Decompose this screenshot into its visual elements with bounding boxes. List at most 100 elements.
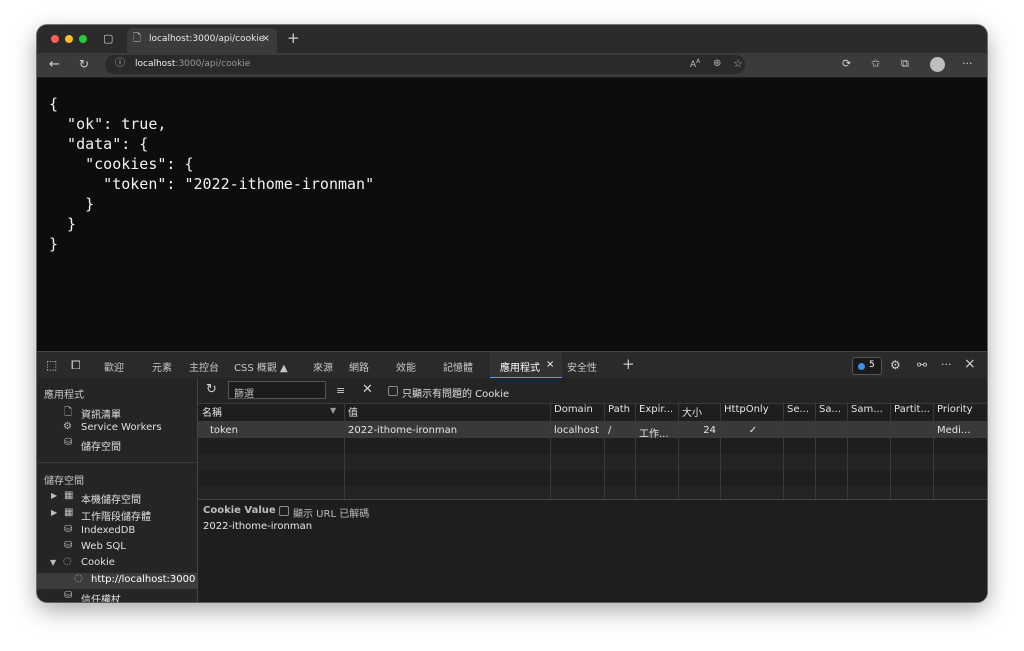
column-divider (344, 404, 345, 499)
tab-close-icon[interactable]: × (546, 359, 554, 370)
column-header-secure[interactable]: Se... (787, 404, 813, 421)
column-header-name[interactable]: 名稱 (202, 404, 322, 421)
device-emulation-icon[interactable]: ⧠ (71, 359, 81, 371)
cell-priority[interactable]: Medi... (937, 425, 983, 436)
gear-icon: ⚙ (63, 421, 72, 432)
extensions-icon[interactable]: ⟳ (842, 58, 851, 69)
only-issues-label: 只顯示有問題的 Cookie (402, 389, 510, 400)
cookie-value-pane: Cookie Value 顯示 URL 已解碼 2022-ithome-iron… (198, 499, 987, 602)
column-header-partition[interactable]: Partit... (894, 404, 934, 421)
sidebar-item-web-sql[interactable]: Web SQL (81, 541, 126, 552)
cell-expires[interactable]: 工作... (639, 425, 677, 440)
tab-console[interactable]: 主控台 (189, 359, 219, 374)
devtools-tabbar: ⬚ ⧠ 歡迎 元素 主控台 CSS 概觀 ▲ 來源 網路 效能 記憶體 應用程式… (37, 351, 987, 379)
sidebar-section-application: 應用程式 (44, 390, 84, 401)
cell-name[interactable]: token (210, 425, 330, 436)
browser-tab[interactable]: 🗋 localhost:3000/api/cookie × (127, 28, 277, 53)
minimize-window-button[interactable] (65, 35, 73, 43)
column-header-priority[interactable]: Priority (937, 404, 983, 421)
cell-domain[interactable]: localhost (554, 425, 602, 436)
back-arrow-icon[interactable]: ← (49, 58, 60, 71)
collections-icon[interactable]: ⧉ (901, 58, 909, 69)
url-text: localhost:3000/api/cookie (135, 59, 251, 69)
message-icon (858, 363, 865, 370)
column-header-size[interactable]: 大小 (682, 404, 720, 421)
tab-css-overview[interactable]: CSS 概觀 ▲ (234, 359, 288, 374)
zoom-icon[interactable]: ⊕ (713, 59, 721, 69)
settings-more-icon[interactable]: ··· (962, 58, 973, 69)
tab-welcome[interactable]: 歡迎 (104, 359, 124, 374)
issues-badge[interactable]: 5 (852, 357, 882, 375)
decode-url-checkbox[interactable] (279, 506, 289, 516)
expand-arrow-icon[interactable]: ▶ (51, 508, 57, 517)
sidebar-item-indexeddb[interactable]: IndexedDB (81, 525, 135, 536)
sidebar-item-session-storage[interactable]: 工作階段儲存體 (81, 508, 151, 523)
column-divider (678, 404, 679, 499)
customize-icon[interactable]: ⚯ (917, 359, 927, 371)
address-bar[interactable]: ⓘ localhost:3000/api/cookie AA ⊕ ☆ (105, 55, 745, 74)
sidebar-item-trust-tokens[interactable]: 信任權杖 (81, 591, 121, 602)
database-icon: ⛁ (64, 437, 73, 448)
cookie-toolbar: ↻ 篩選 ≡ ✕ 只顯示有問題的 Cookie (198, 378, 987, 404)
only-issues-checkbox[interactable] (388, 386, 398, 396)
sort-down-icon[interactable]: ▼ (330, 407, 336, 415)
table-icon: ▦ (64, 507, 74, 518)
cell-size[interactable]: 24 (682, 425, 716, 436)
empty-row (198, 486, 987, 499)
add-tool-button[interactable]: + (622, 355, 635, 373)
column-header-sameparty[interactable]: Sam... (851, 404, 889, 421)
decode-url-label: 顯示 URL 已解碼 (293, 509, 370, 520)
sidebar-item-storage[interactable]: 儲存空間 (81, 438, 121, 453)
sidebar-item-cookie-origin[interactable]: http://localhost:3000 (91, 574, 195, 585)
tab-elements[interactable]: 元素 (152, 359, 172, 374)
close-window-button[interactable] (51, 35, 59, 43)
cell-value[interactable]: 2022-ithome-ironman (348, 425, 548, 436)
gear-icon[interactable]: ⚙ (890, 359, 901, 371)
issues-count: 5 (869, 360, 875, 370)
column-header-domain[interactable]: Domain (554, 404, 602, 421)
column-header-value[interactable]: 值 (348, 404, 548, 421)
profile-avatar[interactable] (930, 57, 945, 72)
expand-arrow-icon[interactable]: ▶ (51, 491, 57, 500)
cell-path[interactable]: / (608, 425, 634, 436)
column-header-samesite[interactable]: Sa... (819, 404, 845, 421)
more-tools-icon[interactable]: ··· (941, 359, 952, 370)
cell-httponly[interactable]: ✓ (724, 425, 782, 436)
reload-icon[interactable]: ↻ (79, 58, 89, 70)
database-icon: ⛁ (64, 540, 73, 551)
add-favorite-icon[interactable]: ☆ (733, 58, 743, 69)
column-header-httponly[interactable]: HttpOnly (724, 404, 782, 421)
cookie-value-title: Cookie Value (203, 505, 276, 516)
filter-input[interactable]: 篩選 (228, 381, 326, 400)
sidebar-item-cookie[interactable]: Cookie (81, 557, 115, 568)
favorites-icon[interactable]: ✩ (871, 58, 880, 69)
inspect-icon[interactable]: ⬚ (46, 359, 57, 371)
tab-application[interactable]: 應用程式 (500, 359, 540, 374)
clear-icon[interactable]: ✕ (362, 383, 373, 396)
tab-network[interactable]: 網路 (349, 359, 369, 374)
tab-close-icon[interactable]: × (262, 33, 270, 44)
sidebar-item-local-storage[interactable]: 本機儲存空間 (81, 491, 141, 506)
sidebar-item-service-workers[interactable]: Service Workers (81, 422, 162, 433)
tab-strip: ▢ 🗋 localhost:3000/api/cookie × + (37, 25, 987, 53)
new-tab-button[interactable]: + (287, 29, 300, 47)
column-divider (604, 404, 605, 499)
cookie-table: 名稱 ▼ 值 Domain Path Expir... 大小 HttpOnly … (198, 404, 987, 499)
sidebar-item-manifest[interactable]: 資訊清單 (81, 406, 121, 421)
tab-performance[interactable]: 效能 (396, 359, 416, 374)
collapse-arrow-icon[interactable]: ▼ (50, 558, 56, 567)
close-devtools-icon[interactable]: × (964, 357, 976, 371)
tab-memory[interactable]: 記憶體 (443, 359, 473, 374)
read-aloud-icon[interactable]: AA (690, 59, 700, 70)
zoom-window-button[interactable] (79, 35, 87, 43)
tab-sources[interactable]: 來源 (313, 359, 333, 374)
column-header-path[interactable]: Path (608, 404, 634, 421)
refresh-icon[interactable]: ↻ (206, 383, 217, 396)
table-icon: ▦ (64, 490, 74, 501)
clear-filtered-icon[interactable]: ≡ (336, 385, 345, 396)
tab-actions-icon[interactable]: ▢ (103, 33, 113, 44)
info-icon[interactable]: ⓘ (115, 59, 125, 69)
tab-security[interactable]: 安全性 (567, 359, 597, 374)
column-header-expires[interactable]: Expir... (639, 404, 677, 421)
page-icon: 🗋 (133, 33, 142, 44)
